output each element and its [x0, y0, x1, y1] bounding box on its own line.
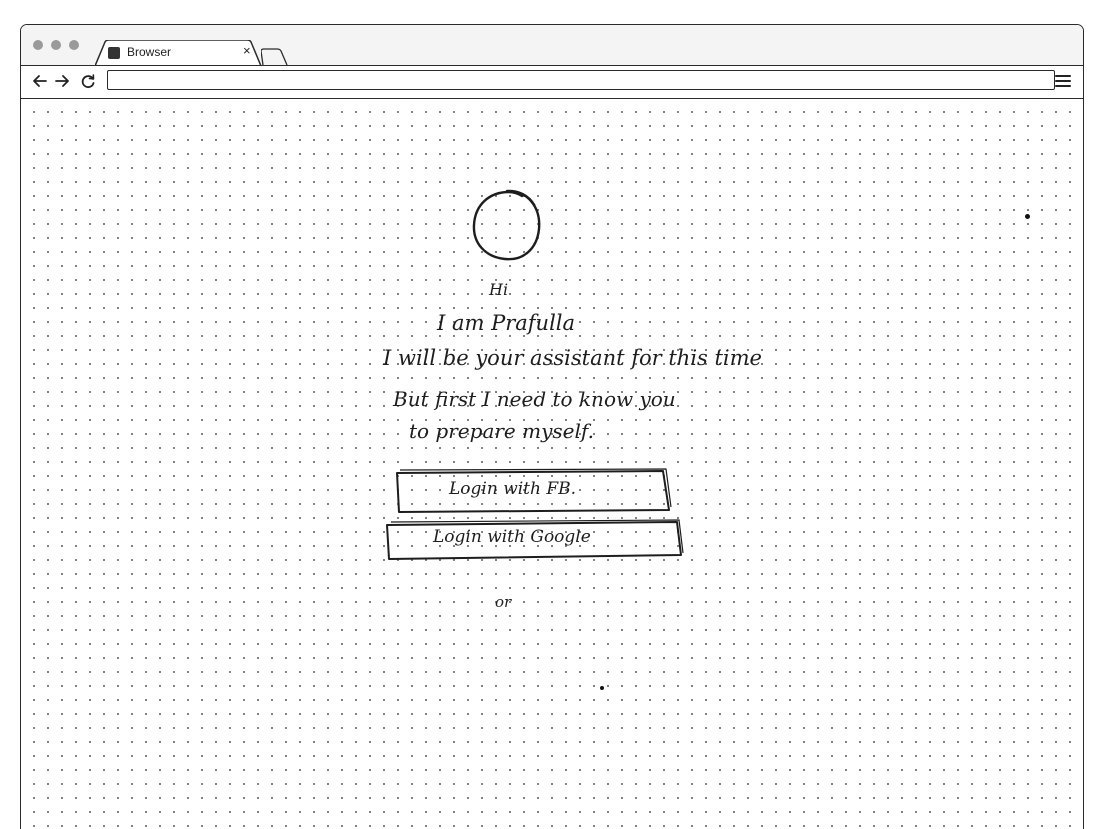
- browser-window: Browser × Hi I am Prafulla I will be you…: [20, 24, 1084, 829]
- intro-request-line-1: But first I need to know you: [393, 387, 676, 411]
- new-tab-button[interactable]: [261, 47, 289, 65]
- or-text: or: [495, 593, 512, 611]
- arrow-left-icon[interactable]: [31, 72, 49, 90]
- ink-speck: [600, 686, 604, 690]
- login-google-label: Login with Google: [433, 527, 591, 547]
- page: Browser × Hi I am Prafulla I will be you…: [0, 0, 1102, 829]
- window-zoom-dot[interactable]: [69, 40, 79, 50]
- browser-tab[interactable]: Browser ×: [95, 40, 263, 66]
- ink-speck: [1025, 214, 1030, 219]
- login-facebook-label: Login with FB.: [449, 479, 577, 499]
- greeting-text: Hi: [489, 280, 509, 299]
- intro-text: I am Prafulla: [437, 311, 576, 335]
- login-google-button[interactable]: Login with Google: [383, 517, 685, 563]
- arrow-right-icon[interactable]: [53, 72, 71, 90]
- tab-favicon-icon: [108, 47, 120, 59]
- assistant-text: I will be your assistant for this time: [383, 346, 762, 370]
- intro-request-line-2: to prepare myself.: [409, 419, 594, 443]
- window-close-dot[interactable]: [33, 40, 43, 50]
- toolbar: [21, 65, 1083, 99]
- tab-title: Browser: [127, 45, 172, 59]
- avatar: [472, 189, 541, 261]
- reload-icon[interactable]: [79, 72, 97, 90]
- tab-close-icon[interactable]: ×: [243, 43, 251, 58]
- address-bar[interactable]: [107, 70, 1055, 90]
- window-minimize-dot[interactable]: [51, 40, 61, 50]
- title-bar: Browser ×: [21, 25, 1083, 66]
- hamburger-menu-icon[interactable]: [1055, 73, 1071, 89]
- login-facebook-button[interactable]: Login with FB.: [393, 467, 673, 515]
- page-content: Hi I am Prafulla I will be your assistan…: [21, 99, 1083, 829]
